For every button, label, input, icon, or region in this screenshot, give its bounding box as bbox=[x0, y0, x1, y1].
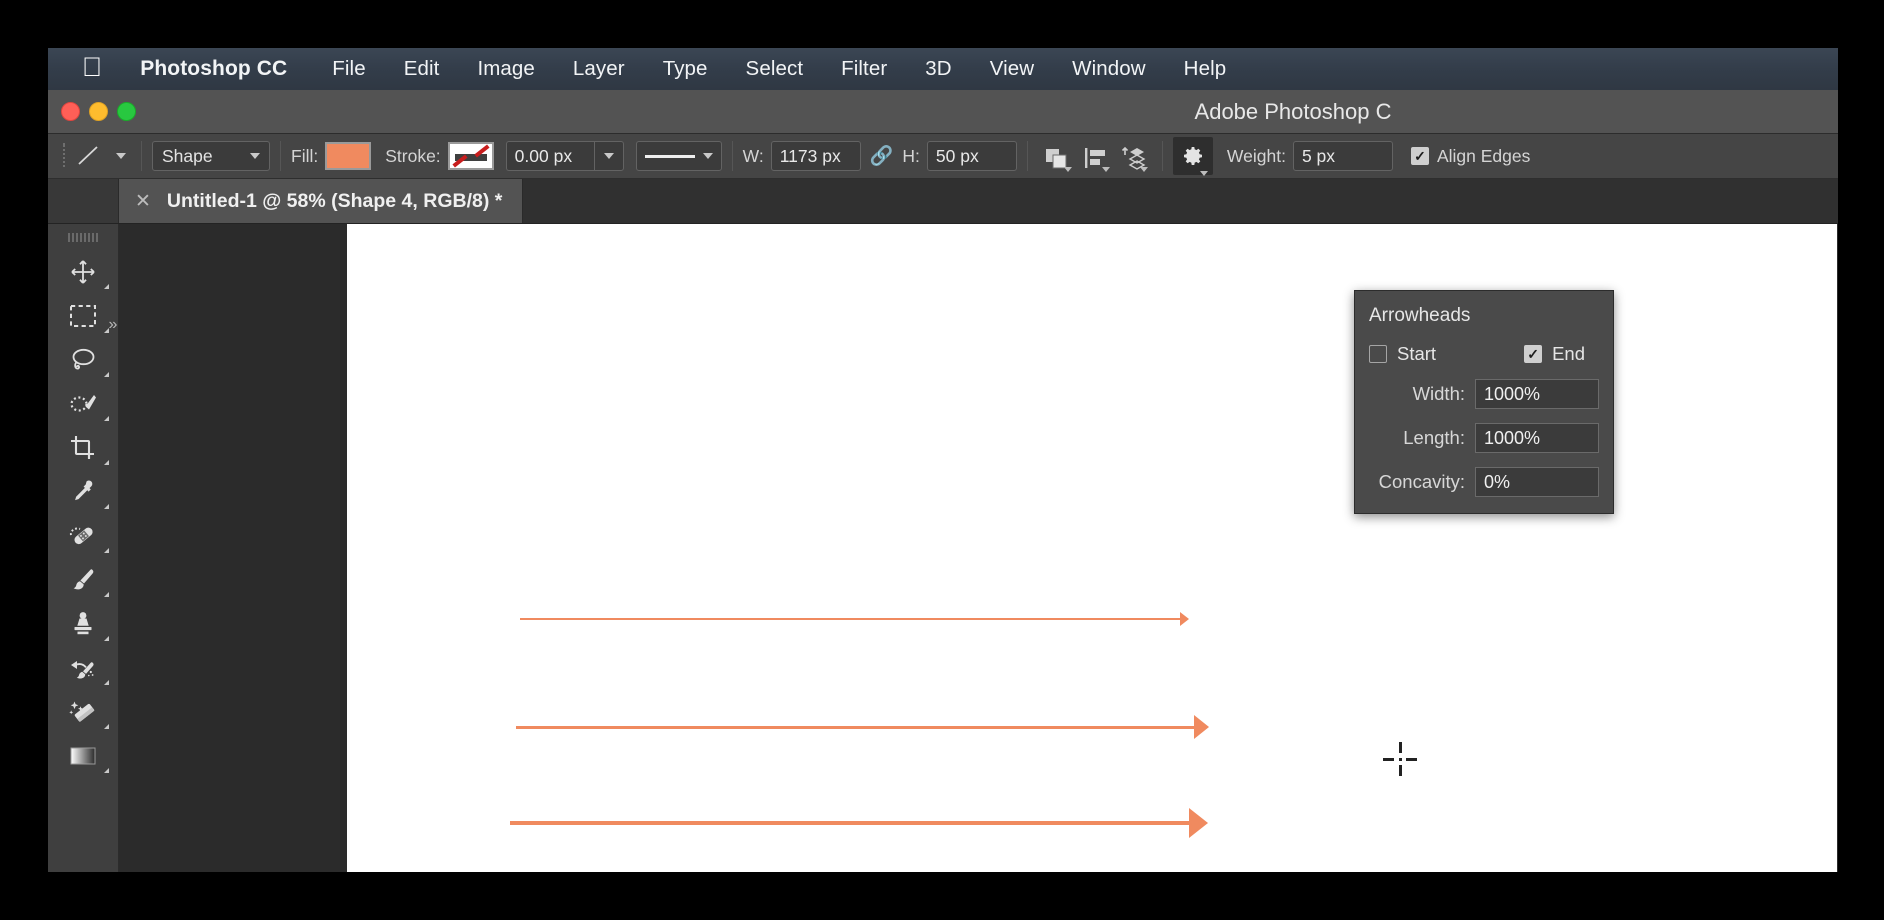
brush-tool[interactable] bbox=[53, 558, 113, 602]
weight-input[interactable]: 5 px bbox=[1292, 141, 1393, 171]
menu-item-type[interactable]: Type bbox=[644, 57, 727, 81]
quick-selection-tool[interactable] bbox=[53, 382, 113, 426]
gradient-tool[interactable] bbox=[53, 734, 113, 778]
fill-color-swatch[interactable] bbox=[325, 142, 372, 170]
arrow-line bbox=[510, 821, 1189, 825]
arrowhead-length-row: Length: 1000% bbox=[1369, 423, 1599, 453]
eraser-tool[interactable] bbox=[53, 690, 113, 734]
document-tab[interactable]: ✕ Untitled-1 @ 58% (Shape 4, RGB/8) * bbox=[119, 179, 524, 223]
tool-mode-value: Shape bbox=[162, 145, 213, 166]
line-tool-icon[interactable] bbox=[71, 141, 105, 171]
chevron-down-icon bbox=[250, 153, 260, 159]
lasso-tool[interactable] bbox=[53, 338, 113, 382]
history-brush-tool[interactable] bbox=[53, 646, 113, 690]
options-bar-grip[interactable] bbox=[60, 143, 65, 169]
apple-logo-icon[interactable]:  bbox=[82, 53, 102, 81]
menu-item-photoshop-cc[interactable]: Photoshop CC bbox=[140, 57, 313, 81]
link-chain-icon[interactable]: 🔗 bbox=[870, 144, 894, 168]
divider bbox=[1161, 141, 1163, 171]
align-edges-checkbox-row[interactable]: ✓ Align Edges bbox=[1410, 145, 1531, 167]
chevron-down-icon bbox=[702, 153, 713, 159]
menu-item-3d[interactable]: 3D bbox=[906, 57, 970, 81]
arrow-head bbox=[1194, 715, 1209, 739]
path-arrangement-icon[interactable] bbox=[1114, 140, 1152, 172]
weight-label: Weight: bbox=[1226, 145, 1286, 166]
arrow-head bbox=[1180, 612, 1189, 626]
arrowhead-width-label: Width: bbox=[1412, 383, 1465, 404]
align-edges-label: Align Edges bbox=[1436, 145, 1531, 166]
spot-healing-brush-tool[interactable] bbox=[53, 514, 113, 558]
height-label: H: bbox=[902, 145, 920, 166]
menu-item-file[interactable]: File bbox=[313, 57, 384, 81]
eyedropper-tool[interactable] bbox=[53, 470, 113, 514]
width-label: W: bbox=[742, 145, 764, 166]
arrowhead-width-input[interactable]: 1000% bbox=[1475, 379, 1599, 409]
arrowheads-toggles-row: Start ✓ End bbox=[1369, 343, 1599, 365]
height-input[interactable]: 50 px bbox=[926, 141, 1017, 171]
panels-collapse-icon[interactable]: » bbox=[96, 312, 130, 338]
solid-line-icon bbox=[644, 154, 695, 158]
document-tab-bar: ✕ Untitled-1 @ 58% (Shape 4, RGB/8) * bbox=[48, 179, 1838, 224]
close-icon[interactable]: ✕ bbox=[135, 192, 151, 211]
window-title: Adobe Photoshop C bbox=[1194, 98, 1392, 124]
divider bbox=[1026, 141, 1028, 171]
divider bbox=[280, 141, 281, 171]
path-alignment-icon[interactable] bbox=[1076, 140, 1114, 172]
arrowhead-concavity-row: Concavity: 0% bbox=[1369, 467, 1599, 497]
arrowheads-popup-panel: Arrowheads Start ✓ End Width: 1000% Leng… bbox=[1354, 290, 1614, 514]
crop-tool[interactable] bbox=[53, 426, 113, 470]
width-input[interactable]: 1173 px bbox=[770, 141, 861, 171]
menu-item-help[interactable]: Help bbox=[1165, 57, 1246, 81]
end-arrowhead-checkbox[interactable]: ✓ bbox=[1524, 345, 1543, 363]
divider bbox=[141, 141, 142, 171]
canvas-left-padding bbox=[119, 224, 347, 872]
start-arrowhead-checkbox[interactable] bbox=[1369, 345, 1387, 363]
arrow-line bbox=[516, 725, 1194, 729]
menu-item-view[interactable]: View bbox=[971, 57, 1053, 81]
menu-item-layer[interactable]: Layer bbox=[554, 57, 644, 81]
fill-label: Fill: bbox=[291, 145, 319, 166]
macos-menu-bar:  Photoshop CC File Edit Image Layer Typ… bbox=[48, 48, 1838, 90]
stroke-width-input[interactable]: 0.00 px bbox=[505, 141, 594, 171]
menu-item-image[interactable]: Image bbox=[458, 57, 553, 81]
arrow-line bbox=[520, 618, 1180, 620]
options-bar: Shape Fill: Stroke: 0.00 px W: 1173 px 🔗… bbox=[48, 134, 1838, 179]
tool-mode-select[interactable]: Shape bbox=[152, 141, 270, 171]
path-operations-icon[interactable] bbox=[1038, 140, 1076, 172]
end-arrowhead-label: End bbox=[1552, 343, 1585, 364]
start-arrowhead-label: Start bbox=[1397, 343, 1437, 364]
stroke-width-group[interactable]: 0.00 px bbox=[505, 141, 624, 171]
precise-crosshair-cursor-icon bbox=[1383, 742, 1417, 776]
arrowheads-panel-title: Arrowheads bbox=[1369, 305, 1471, 326]
divider bbox=[731, 141, 733, 171]
photoshop-window: Adobe Photoshop C Shape Fill: Stroke: 0.… bbox=[48, 90, 1838, 872]
toolbar-grip[interactable] bbox=[68, 233, 98, 242]
clone-stamp-tool[interactable] bbox=[53, 602, 113, 646]
stroke-style-select[interactable] bbox=[635, 141, 722, 171]
arrowhead-concavity-input[interactable]: 0% bbox=[1475, 467, 1599, 497]
tab-bar-gutter bbox=[48, 179, 119, 223]
menu-item-select[interactable]: Select bbox=[727, 57, 823, 81]
window-title-bar: Adobe Photoshop C bbox=[48, 90, 1838, 134]
arrowhead-concavity-label: Concavity: bbox=[1378, 471, 1465, 492]
gear-icon[interactable] bbox=[1172, 137, 1213, 176]
tool-preset-chevron-down-icon[interactable] bbox=[105, 141, 131, 171]
align-edges-checkbox[interactable]: ✓ bbox=[1410, 147, 1429, 165]
document-tab-title: Untitled-1 @ 58% (Shape 4, RGB/8) * bbox=[166, 189, 503, 212]
stroke-width-chevron-down-icon[interactable] bbox=[593, 141, 624, 171]
stroke-color-swatch[interactable] bbox=[447, 142, 494, 170]
stroke-label: Stroke: bbox=[385, 145, 441, 166]
menu-item-edit[interactable]: Edit bbox=[385, 57, 459, 81]
menu-item-filter[interactable]: Filter bbox=[822, 57, 906, 81]
arrowhead-width-row: Width: 1000% bbox=[1369, 379, 1599, 409]
arrowhead-length-input[interactable]: 1000% bbox=[1475, 423, 1599, 453]
arrow-head bbox=[1189, 808, 1208, 838]
menu-item-window[interactable]: Window bbox=[1053, 57, 1165, 81]
move-tool[interactable] bbox=[53, 250, 113, 294]
arrowhead-length-label: Length: bbox=[1403, 427, 1465, 448]
